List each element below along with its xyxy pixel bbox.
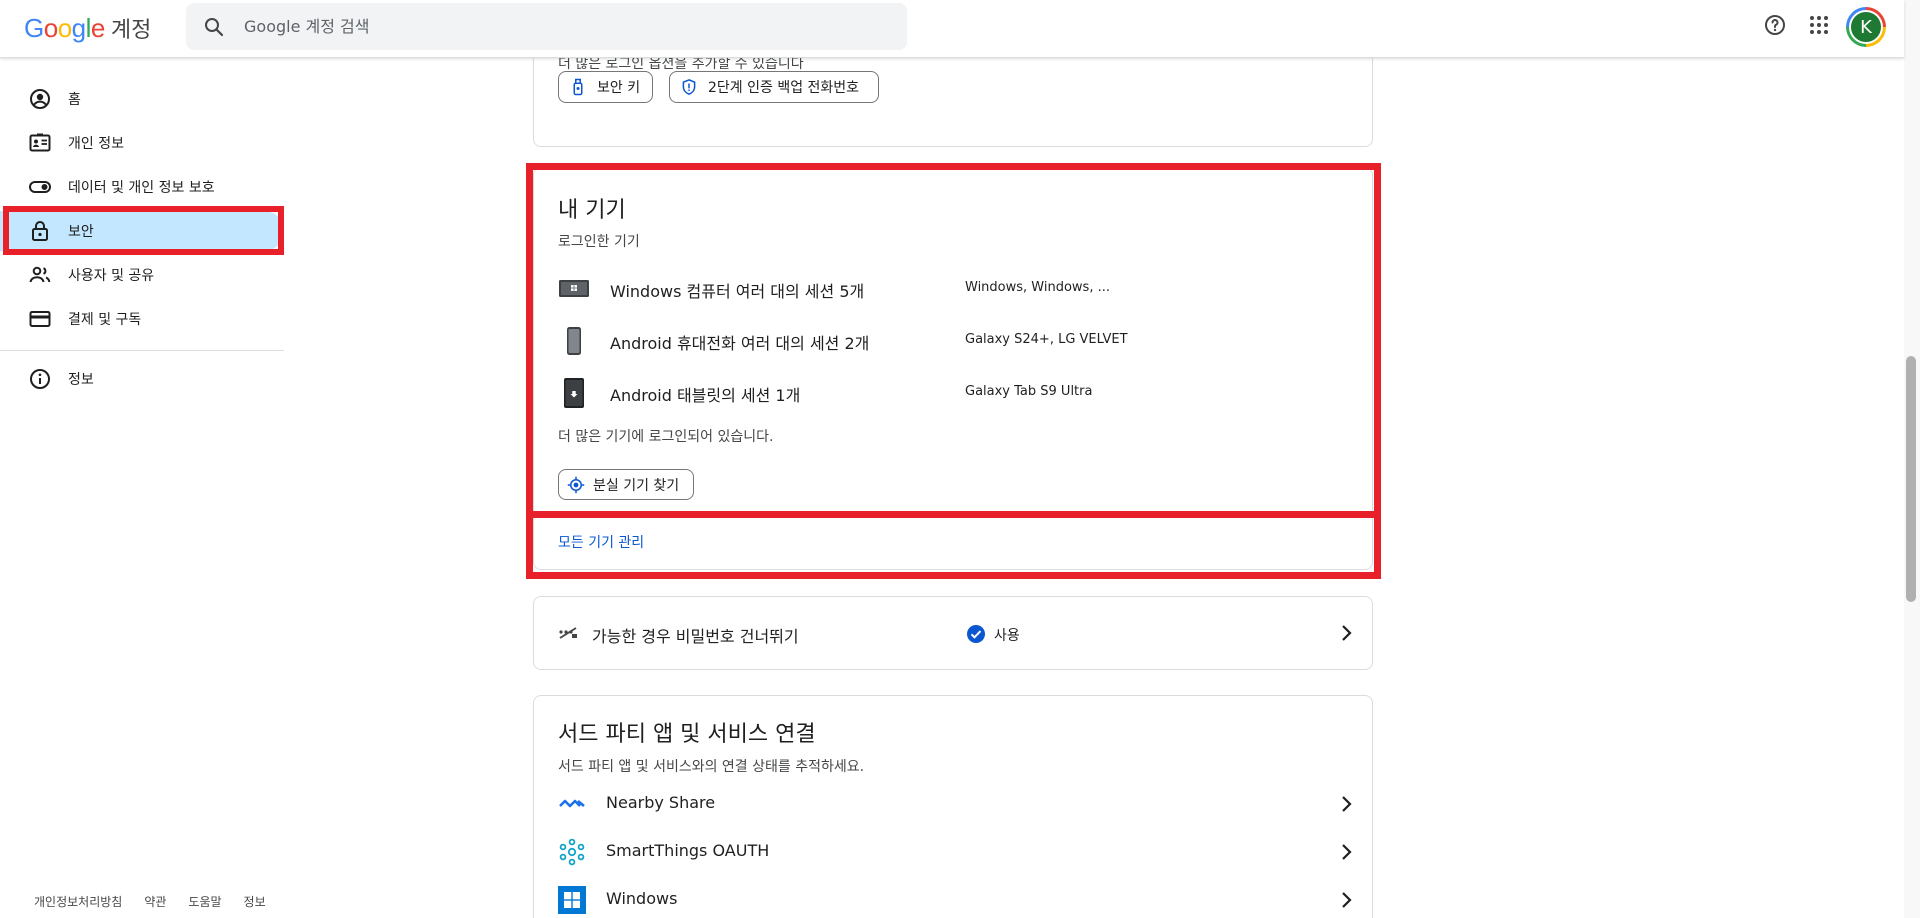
- sidebar-item-label: 홈: [68, 92, 81, 108]
- third-party-name: Nearby Share: [606, 793, 716, 812]
- chevron-right-icon: [1342, 844, 1352, 860]
- scrollbar-thumb[interactable]: [1906, 356, 1916, 602]
- third-party-connections-card: 서드 파티 앱 및 서비스 연결 서드 파티 앱 및 서비스와의 연결 상태를 …: [533, 695, 1373, 918]
- help-icon[interactable]: [1763, 13, 1787, 37]
- third-party-name: SmartThings OAUTH: [606, 841, 770, 860]
- search-bar[interactable]: [186, 3, 907, 50]
- chevron-right-icon: [1342, 796, 1352, 812]
- product-name: 계정: [110, 18, 152, 43]
- sidebar-item-home[interactable]: 홈: [0, 79, 284, 119]
- sidebar-item-label: 정보: [68, 372, 94, 388]
- sidebar-nav: 홈 개인 정보 데이터 및 개인 정보 보호 보안 사용자 및 공유 결제 및 …: [0, 58, 284, 918]
- highlight-manage-all-devices: [526, 511, 1381, 579]
- top-app-bar: Google 계정 K: [0, 0, 1904, 58]
- footer-link-help[interactable]: 도움말: [188, 893, 221, 910]
- footer-links: 개인정보처리방침 약관 도움말 정보: [34, 893, 266, 910]
- toggle-icon: [29, 181, 51, 193]
- windows-logo-icon: [558, 886, 586, 914]
- skip-password-card[interactable]: 가능한 경우 비밀번호 건너뛰기 사용: [533, 596, 1373, 670]
- nearby-share-icon: [559, 799, 585, 808]
- id-card-icon: [29, 133, 51, 152]
- credit-card-icon: [29, 311, 51, 327]
- security-key-icon: [573, 78, 583, 96]
- people-icon: [29, 266, 51, 283]
- skip-password-status: 사용: [994, 628, 1020, 644]
- sidebar-item-label: 개인 정보: [68, 136, 124, 152]
- third-party-row-nearby-share[interactable]: Nearby Share: [534, 778, 1374, 826]
- account-circle-icon: [30, 89, 50, 109]
- sidebar-item-about[interactable]: 정보: [0, 359, 284, 399]
- avatar-initial: K: [1849, 10, 1883, 44]
- chevron-right-icon: [1342, 892, 1352, 908]
- passkey-icon: [559, 627, 577, 639]
- third-party-title: 서드 파티 앱 및 서비스 연결: [558, 722, 816, 747]
- footer-link-privacy[interactable]: 개인정보처리방침: [34, 893, 122, 910]
- chip-label: 2단계 인증 백업 전화번호: [708, 80, 860, 96]
- search-icon[interactable]: [202, 15, 226, 39]
- search-input[interactable]: [244, 17, 844, 36]
- footer-link-about[interactable]: 정보: [244, 893, 266, 910]
- third-party-subtitle: 서드 파티 앱 및 서비스와의 연결 상태를 추적하세요.: [558, 759, 865, 775]
- sidebar-item-personal-info[interactable]: 개인 정보: [0, 123, 284, 163]
- footer-link-terms[interactable]: 약관: [144, 893, 166, 910]
- backup-phone-chip[interactable]: 2단계 인증 백업 전화번호: [669, 71, 879, 103]
- sidebar-item-label: 결제 및 구독: [68, 312, 142, 328]
- third-party-row-smartthings[interactable]: SmartThings OAUTH: [534, 826, 1374, 874]
- chevron-right-icon: [1342, 625, 1352, 641]
- info-icon: [30, 369, 50, 389]
- sidebar-item-data-privacy[interactable]: 데이터 및 개인 정보 보호: [0, 167, 284, 207]
- sidebar-item-payments[interactable]: 결제 및 구독: [0, 299, 284, 339]
- google-wordmark: Google: [24, 13, 105, 43]
- google-account-logo[interactable]: Google 계정: [24, 12, 151, 44]
- sidebar-divider: [0, 350, 284, 351]
- shield-icon: [682, 79, 696, 95]
- highlight-security-nav: [3, 206, 284, 255]
- check-circle-icon: [967, 625, 985, 643]
- third-party-name: Windows: [606, 889, 678, 908]
- third-party-row-windows[interactable]: Windows: [534, 874, 1374, 918]
- skip-password-label: 가능한 경우 비밀번호 건너뛰기: [592, 627, 799, 646]
- apps-grid-icon[interactable]: [1807, 13, 1831, 37]
- smartthings-icon: [559, 838, 585, 866]
- account-avatar[interactable]: K: [1846, 7, 1886, 47]
- security-key-chip[interactable]: 보안 키: [558, 71, 653, 103]
- sidebar-item-label: 데이터 및 개인 정보 보호: [68, 180, 215, 196]
- chip-label: 보안 키: [597, 80, 641, 96]
- sidebar-item-people-sharing[interactable]: 사용자 및 공유: [0, 255, 284, 295]
- highlight-my-devices: [526, 163, 1381, 518]
- sidebar-item-label: 사용자 및 공유: [68, 268, 155, 284]
